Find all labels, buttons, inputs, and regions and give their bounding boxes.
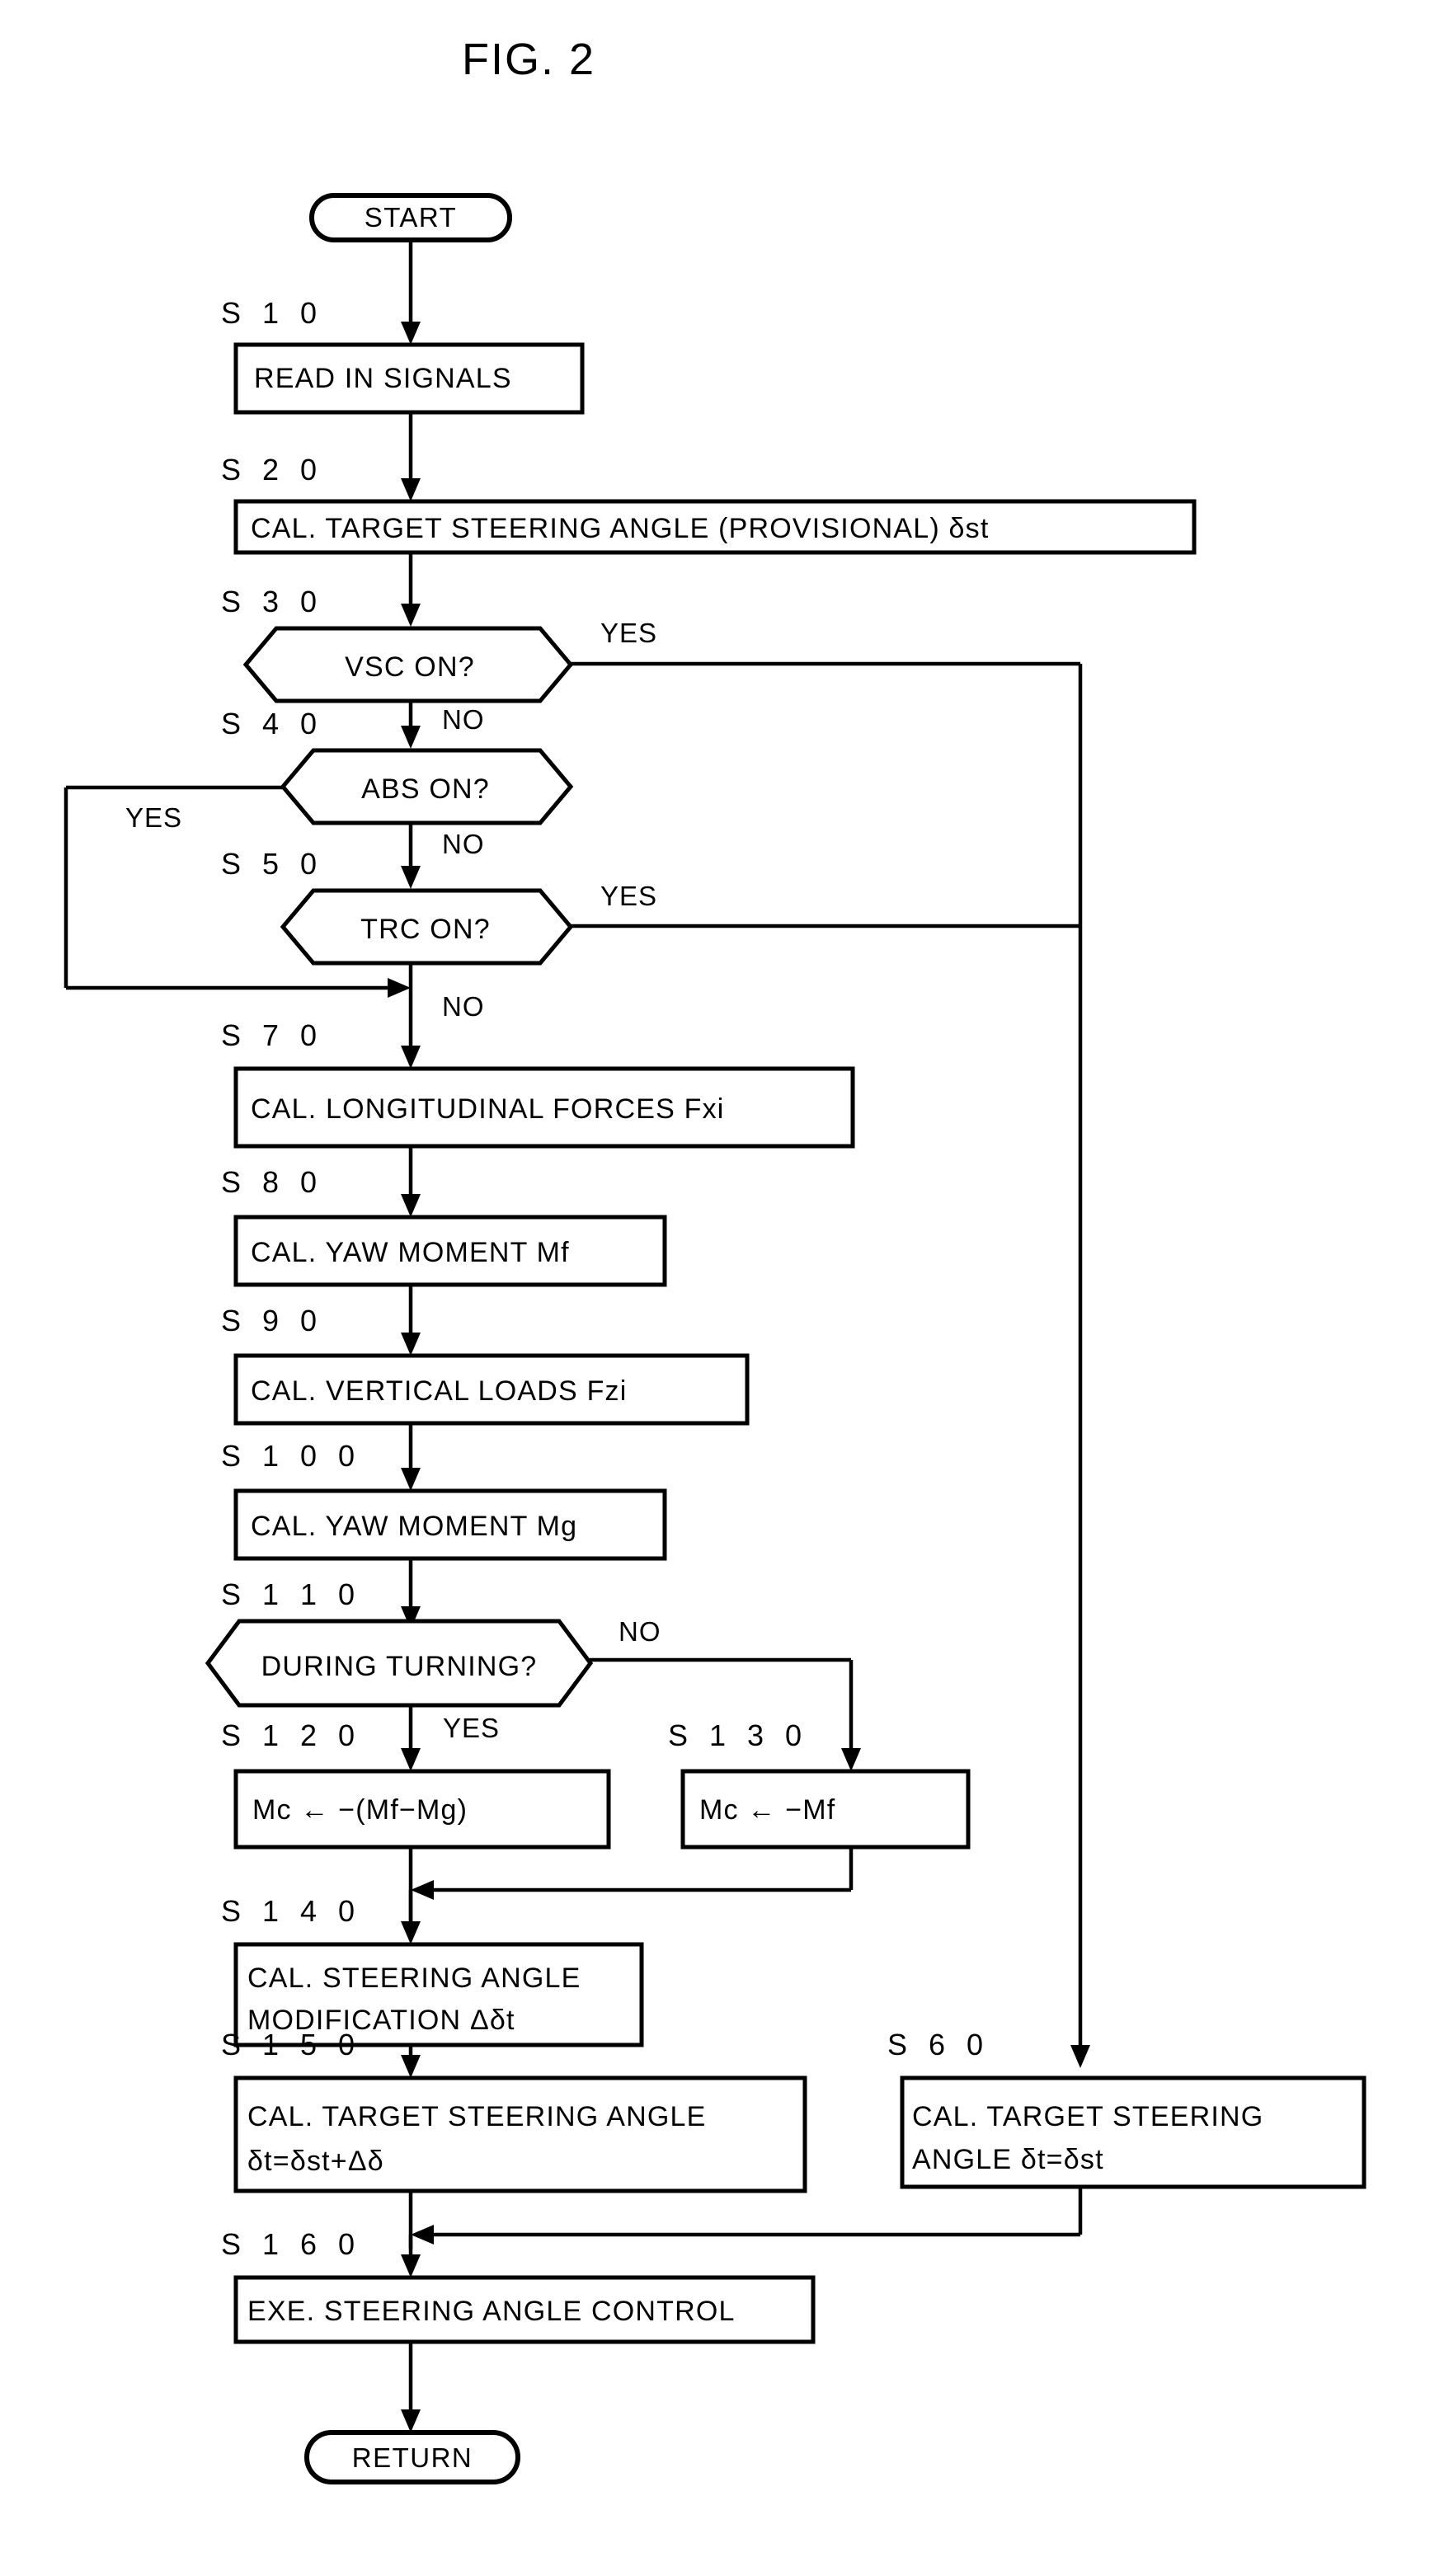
- node-s130: S 1 3 0 Mc ← −Mf: [668, 1718, 971, 1850]
- step-label-s90: S 9 0: [221, 1304, 323, 1337]
- branch-label-s40-yes: YES: [125, 802, 182, 833]
- step-label-s20: S 2 0: [221, 453, 323, 487]
- branch-label-s110-no: NO: [619, 1616, 661, 1647]
- step-label-s120: S 1 2 0: [221, 1718, 361, 1752]
- step-label-s10: S 1 0: [221, 296, 323, 330]
- node-s30-text: VSC ON?: [345, 651, 475, 683]
- terminator-start: START: [309, 193, 512, 242]
- node-s110-text: DURING TURNING?: [261, 1651, 538, 1682]
- node-s120: S 1 2 0 Mc ← −(Mf−Mg): [221, 1718, 611, 1850]
- node-s60-text-line1: CAL. TARGET STEERING: [912, 2101, 1263, 2132]
- node-s140-text-line1: CAL. STEERING ANGLE: [247, 1963, 581, 1994]
- node-s70: S 7 0 CAL. LONGITUDINAL FORCES Fxi: [221, 1018, 855, 1149]
- branch-label-s30-yes: YES: [600, 618, 657, 648]
- branch-label-s30-no: NO: [442, 704, 485, 735]
- node-s50-text: TRC ON?: [360, 914, 491, 945]
- branch-label-s50-yes: YES: [600, 881, 657, 911]
- step-label-s150: S 1 5 0: [221, 2028, 361, 2061]
- node-s10: S 1 0 READ IN SIGNALS: [221, 296, 585, 415]
- step-label-s80: S 8 0: [221, 1165, 323, 1199]
- flowchart-canvas: FIG. 2 START S 1 0 READ IN SIGNALS S 2 0…: [64, 35, 1366, 2484]
- node-s70-text: CAL. LONGITUDINAL FORCES Fxi: [251, 1093, 725, 1125]
- node-s40: S 4 0 ABS ON? YES NO: [125, 707, 574, 859]
- step-label-s140: S 1 4 0: [221, 1894, 361, 1928]
- node-s40-text: ABS ON?: [361, 773, 490, 805]
- node-s140: S 1 4 0 CAL. STEERING ANGLE MODIFICATION…: [221, 1894, 644, 2047]
- step-label-s50: S 5 0: [221, 847, 323, 881]
- node-s10-text: READ IN SIGNALS: [254, 363, 512, 394]
- node-s90: S 9 0 CAL. VERTICAL LOADS Fzi: [221, 1304, 750, 1426]
- step-label-s30: S 3 0: [221, 585, 323, 618]
- step-label-s110: S 1 1 0: [221, 1577, 361, 1611]
- step-label-s40: S 4 0: [221, 707, 323, 740]
- node-s80-text: CAL. YAW MOMENT Mf: [251, 1237, 570, 1268]
- node-s160-text: EXE. STEERING ANGLE CONTROL: [247, 2296, 736, 2327]
- node-s160: S 1 6 0 EXE. STEERING ANGLE CONTROL: [221, 2227, 816, 2344]
- terminator-start-label: START: [365, 202, 458, 233]
- branch-label-s110-yes: YES: [443, 1713, 500, 1743]
- node-s130-text: Mc ← −Mf: [699, 1794, 835, 1826]
- node-s80: S 8 0 CAL. YAW MOMENT Mf: [221, 1165, 667, 1287]
- branch-label-s50-no: NO: [442, 991, 485, 1022]
- node-s150: S 1 5 0 CAL. TARGET STEERING ANGLE δt=δs…: [221, 2028, 807, 2193]
- node-s90-text: CAL. VERTICAL LOADS Fzi: [251, 1375, 628, 1407]
- node-s60-text-line2: ANGLE δt=δst: [912, 2144, 1104, 2175]
- node-s50: S 5 0 TRC ON? YES NO: [221, 847, 657, 1022]
- step-label-s160: S 1 6 0: [221, 2227, 361, 2261]
- branch-label-s40-no: NO: [442, 829, 485, 859]
- node-s60: S 6 0 CAL. TARGET STEERING ANGLE δt=δst: [887, 2028, 1366, 2189]
- node-s100-text: CAL. YAW MOMENT Mg: [251, 1511, 577, 1542]
- figure-page: FIG. 2 START S 1 0 READ IN SIGNALS S 2 0…: [0, 0, 1430, 2576]
- terminator-return-label: RETURN: [352, 2442, 473, 2473]
- step-label-s130: S 1 3 0: [668, 1718, 808, 1752]
- node-s120-text: Mc ← −(Mf−Mg): [252, 1794, 468, 1826]
- node-s20: S 2 0 CAL. TARGET STEERING ANGLE (PROVIS…: [221, 453, 1197, 555]
- node-s20-text: CAL. TARGET STEERING ANGLE (PROVISIONAL)…: [251, 513, 989, 544]
- step-label-s100: S 1 0 0: [221, 1439, 361, 1473]
- node-s150-text-line2: δt=δst+Δδ: [247, 2146, 384, 2177]
- node-s100: S 1 0 0 CAL. YAW MOMENT Mg: [221, 1439, 667, 1561]
- node-s150-text-line1: CAL. TARGET STEERING ANGLE: [247, 2101, 706, 2132]
- step-label-s60: S 6 0: [887, 2028, 990, 2061]
- figure-title: FIG. 2: [462, 35, 595, 84]
- step-label-s70: S 7 0: [221, 1018, 323, 1052]
- terminator-return: RETURN: [304, 2430, 520, 2484]
